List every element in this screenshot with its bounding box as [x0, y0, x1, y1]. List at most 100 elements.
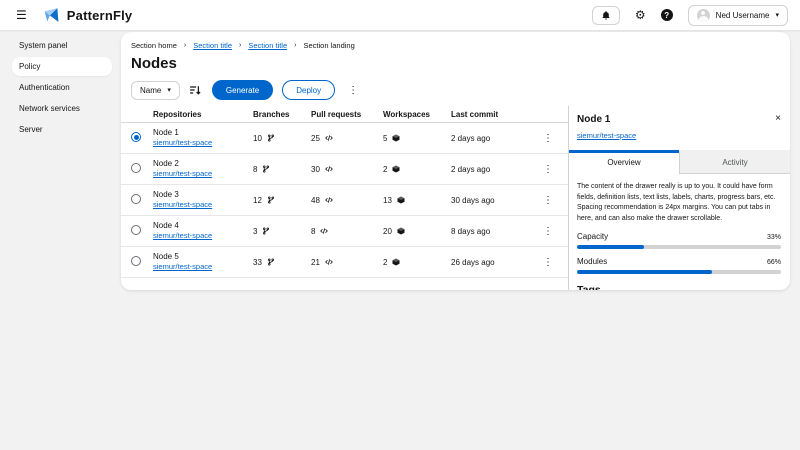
- workspaces-count: 13: [383, 196, 392, 205]
- tab-activity[interactable]: Activity: [679, 150, 790, 174]
- row-kebab-button[interactable]: ⋮: [539, 195, 557, 206]
- close-icon[interactable]: ×: [775, 114, 781, 124]
- repo-link[interactable]: siemur/test-space: [153, 138, 253, 147]
- node-name: Node 2: [153, 159, 253, 169]
- details-drawer: Node 1 × siemur/test-space Overview Acti…: [568, 106, 790, 290]
- pull-requests-count: 8: [311, 227, 315, 236]
- breadcrumb-item: Section landing ›: [303, 41, 354, 50]
- node-name: Node 1: [153, 128, 253, 138]
- repo-link[interactable]: siemur/test-space: [153, 200, 253, 209]
- column-header: Pull requests: [311, 110, 383, 119]
- breadcrumb: Section home › Section title › Section t…: [131, 41, 780, 50]
- row-kebab-button[interactable]: ⋮: [539, 133, 557, 144]
- row-kebab-button[interactable]: ⋮: [539, 257, 557, 268]
- deploy-button[interactable]: Deploy: [282, 80, 335, 100]
- last-commit: 26 days ago: [451, 258, 539, 267]
- tab-overview[interactable]: Overview: [569, 150, 679, 174]
- column-header: Repositories: [153, 110, 253, 119]
- sidebar: System panel Policy Authentication Netwo…: [0, 30, 116, 450]
- row-radio[interactable]: [131, 163, 141, 173]
- code-icon: [325, 165, 333, 173]
- tags-heading: Tags: [577, 284, 781, 290]
- masthead: ☰ PatternFly ⚙ ? Ned Username ▾: [0, 0, 800, 30]
- node-name: Node 5: [153, 252, 253, 262]
- breadcrumb-link[interactable]: Section title: [193, 41, 232, 50]
- sidebar-item[interactable]: Authentication: [12, 78, 112, 97]
- angle-right-icon: ›: [184, 42, 186, 49]
- repo-link[interactable]: siemur/test-space: [153, 231, 253, 240]
- row-radio[interactable]: [131, 225, 141, 235]
- branches-count: 33: [253, 258, 262, 267]
- breadcrumb-link[interactable]: Section title: [248, 41, 287, 50]
- hamburger-menu-icon[interactable]: ☰: [12, 6, 31, 24]
- notifications-button[interactable]: [592, 6, 620, 25]
- sidebar-item[interactable]: Policy: [12, 57, 112, 76]
- code-icon: [325, 134, 333, 142]
- row-kebab-button[interactable]: ⋮: [539, 226, 557, 237]
- cube-icon: [392, 165, 400, 173]
- nodes-table: Repositories Branches Pull requests Work…: [121, 106, 568, 290]
- row-kebab-button[interactable]: ⋮: [539, 164, 557, 175]
- help-button[interactable]: ?: [661, 9, 673, 21]
- help-icon: ?: [661, 9, 673, 21]
- code-branch-icon: [267, 258, 275, 266]
- drawer-description: The content of the drawer really is up t…: [577, 182, 781, 224]
- brand[interactable]: PatternFly: [43, 7, 133, 24]
- drawer-title: Node 1: [577, 114, 610, 125]
- pull-requests-count: 48: [311, 196, 320, 205]
- drawer-tabs: Overview Activity: [569, 150, 790, 174]
- toolbar: Name ▾ Generate Deploy ⋮: [131, 80, 780, 100]
- name-filter-select[interactable]: Name ▾: [131, 81, 180, 100]
- cube-icon: [392, 134, 400, 142]
- avatar: [697, 9, 710, 22]
- code-branch-icon: [262, 227, 270, 235]
- table-header-row: Repositories Branches Pull requests Work…: [121, 106, 568, 123]
- cube-icon: [397, 227, 405, 235]
- sidebar-item-label: Server: [19, 125, 43, 134]
- workspaces-count: 2: [383, 258, 387, 267]
- breadcrumb-link[interactable]: Section landing: [303, 41, 354, 50]
- sidebar-item-label: Policy: [19, 62, 40, 71]
- repo-link[interactable]: siemur/test-space: [153, 262, 253, 271]
- generate-button[interactable]: Generate: [212, 80, 273, 100]
- table-row: Node 2 siemur/test-space 8: [121, 154, 568, 185]
- sidebar-item[interactable]: Network services: [12, 99, 112, 118]
- progress-bar: [577, 245, 781, 249]
- chevron-down-icon: ▾: [167, 86, 171, 94]
- chevron-down-icon: ▾: [775, 11, 779, 19]
- progress-bar: [577, 270, 781, 274]
- pull-requests-count: 30: [311, 165, 320, 174]
- toolbar-kebab-button[interactable]: ⋮: [344, 85, 362, 96]
- bell-icon: [601, 10, 611, 21]
- settings-button[interactable]: ⚙: [635, 9, 646, 21]
- node-name: Node 4: [153, 221, 253, 231]
- node-name: Node 3: [153, 190, 253, 200]
- gear-icon: ⚙: [635, 9, 646, 21]
- name-filter-label: Name: [140, 86, 161, 95]
- brand-name: PatternFly: [67, 8, 133, 23]
- progress-label: Capacity: [577, 232, 608, 241]
- sidebar-item-label: Authentication: [19, 83, 70, 92]
- code-branch-icon: [267, 134, 275, 142]
- sort-button[interactable]: [189, 83, 203, 97]
- breadcrumb-item: Section title ›: [193, 41, 248, 50]
- sidebar-item[interactable]: Server: [12, 120, 112, 139]
- row-radio[interactable]: [131, 256, 141, 266]
- sidebar-item-label: Network services: [19, 104, 80, 113]
- user-menu[interactable]: Ned Username ▾: [688, 5, 788, 26]
- sort-amount-icon: [189, 84, 201, 96]
- code-icon: [320, 227, 328, 235]
- branches-count: 8: [253, 165, 257, 174]
- progress-value: 33%: [767, 234, 781, 241]
- row-radio[interactable]: [131, 194, 141, 204]
- repo-link[interactable]: siemur/test-space: [153, 169, 253, 178]
- sidebar-item[interactable]: System panel: [12, 36, 112, 55]
- drawer-repo-link[interactable]: siemur/test-space: [577, 131, 636, 140]
- breadcrumb-link[interactable]: Section home: [131, 41, 177, 50]
- progress-item: Modules 66%: [577, 257, 781, 274]
- angle-right-icon: ›: [294, 42, 296, 49]
- row-radio[interactable]: [131, 132, 141, 142]
- workspaces-count: 2: [383, 165, 387, 174]
- pull-requests-count: 25: [311, 134, 320, 143]
- table-row: Node 3 siemur/test-space 12: [121, 185, 568, 216]
